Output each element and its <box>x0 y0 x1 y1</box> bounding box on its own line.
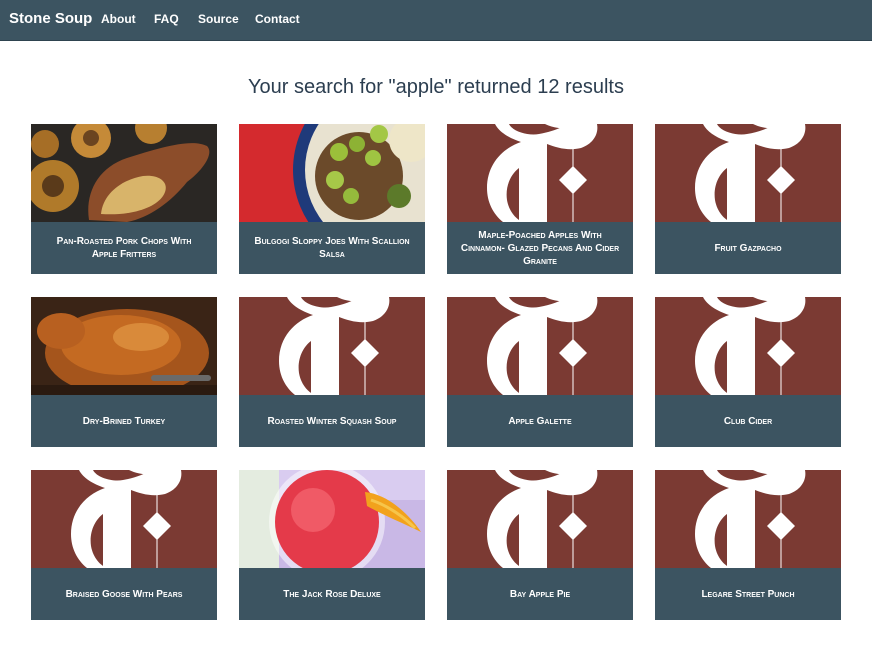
recipe-card[interactable]: Maple-Poached Apples With Cinnamon- Glaz… <box>447 124 633 274</box>
recipe-card[interactable]: Apple Galette <box>447 297 633 447</box>
nav-link-contact[interactable]: Contact <box>255 0 300 40</box>
recipe-title[interactable]: Braised Goose With Pears <box>31 568 217 620</box>
recipe-card[interactable]: Fruit Gazpacho <box>655 124 841 274</box>
nyt-logo-placeholder-image[interactable] <box>655 470 841 568</box>
search-results-heading: Your search for "apple" returned 12 resu… <box>248 76 624 98</box>
recipe-card[interactable]: Bulgogi Sloppy Joes With Scallion Salsa <box>239 124 425 274</box>
recipe-title[interactable]: Roasted Winter Squash Soup <box>239 395 425 447</box>
nav-link-faq[interactable]: FAQ <box>154 0 179 40</box>
nyt-logo-placeholder-image[interactable] <box>447 297 633 395</box>
recipe-title[interactable]: Club Cider <box>655 395 841 447</box>
recipe-title[interactable]: Pan-Roasted Pork Chops With Apple Fritte… <box>31 222 217 274</box>
recipe-title[interactable]: Apple Galette <box>447 395 633 447</box>
recipe-title[interactable]: The Jack Rose Deluxe <box>239 568 425 620</box>
pork-chop-image[interactable] <box>31 124 217 222</box>
nyt-logo-placeholder-image[interactable] <box>655 124 841 222</box>
recipe-title[interactable]: Bay Apple Pie <box>447 568 633 620</box>
sloppy-joes-image[interactable] <box>239 124 425 222</box>
recipe-card[interactable]: Roasted Winter Squash Soup <box>239 297 425 447</box>
recipe-card[interactable]: The Jack Rose Deluxe <box>239 470 425 620</box>
nyt-logo-placeholder-image[interactable] <box>655 297 841 395</box>
recipe-card[interactable]: Pan-Roasted Pork Chops With Apple Fritte… <box>31 124 217 274</box>
recipe-title[interactable]: Dry-Brined Turkey <box>31 395 217 447</box>
recipe-card[interactable]: Bay Apple Pie <box>447 470 633 620</box>
recipe-card[interactable]: Club Cider <box>655 297 841 447</box>
roast-turkey-image[interactable] <box>31 297 217 395</box>
nav-link-source[interactable]: Source <box>198 0 239 40</box>
nyt-logo-placeholder-image[interactable] <box>239 297 425 395</box>
nyt-logo-placeholder-image[interactable] <box>447 470 633 568</box>
nyt-logo-placeholder-image[interactable] <box>447 124 633 222</box>
cocktail-image[interactable] <box>239 470 425 568</box>
recipe-title[interactable]: Legare Street Punch <box>655 568 841 620</box>
recipe-title[interactable]: Bulgogi Sloppy Joes With Scallion Salsa <box>239 222 425 274</box>
recipe-card[interactable]: Braised Goose With Pears <box>31 470 217 620</box>
nav-link-about[interactable]: About <box>101 0 136 40</box>
navbar: Stone Soup About FAQ Source Contact <box>0 0 872 41</box>
nyt-logo-placeholder-image[interactable] <box>31 470 217 568</box>
recipe-card[interactable]: Dry-Brined Turkey <box>31 297 217 447</box>
brand-link[interactable]: Stone Soup <box>9 0 92 40</box>
recipe-title[interactable]: Maple-Poached Apples With Cinnamon- Glaz… <box>447 222 633 274</box>
recipe-title[interactable]: Fruit Gazpacho <box>655 222 841 274</box>
recipe-card[interactable]: Legare Street Punch <box>655 470 841 620</box>
